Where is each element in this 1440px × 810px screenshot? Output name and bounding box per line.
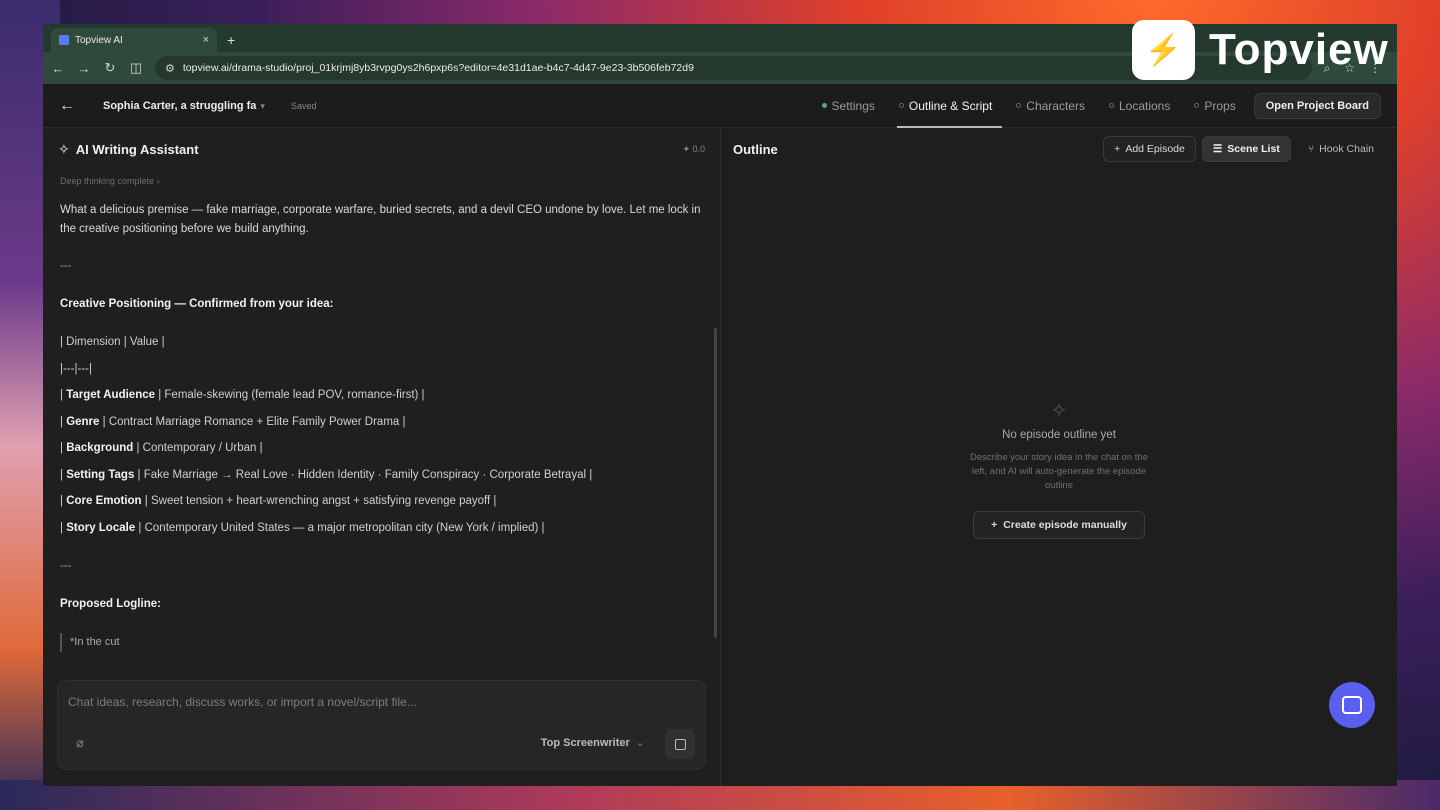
browser-tab[interactable]: Topview AI ×: [51, 28, 217, 52]
site-info-icon[interactable]: ⚙: [165, 62, 175, 75]
logline-preview: *In the cut: [60, 632, 703, 652]
tab-props[interactable]: Props: [1182, 84, 1247, 128]
hook-chain-button[interactable]: ⑂ Hook Chain: [1297, 136, 1385, 162]
chat-composer: Chat ideas, research, discuss works, or …: [57, 680, 706, 770]
app-header: ← Sophia Carter, a struggling fa ▾ Saved …: [43, 84, 1397, 128]
chat-scrollbar[interactable]: [714, 328, 717, 638]
back-nav-icon[interactable]: ←: [51, 61, 65, 76]
forward-nav-icon[interactable]: →: [77, 61, 91, 76]
branch-icon: ⑂: [1307, 143, 1315, 155]
tab-outline-script[interactable]: Outline & Script: [887, 84, 1004, 128]
tab-settings[interactable]: Settings: [810, 84, 887, 128]
status-dot-icon: [898, 103, 904, 108]
stop-button[interactable]: [665, 729, 695, 759]
status-dot-icon: [1016, 103, 1022, 108]
favicon-icon: [59, 35, 69, 45]
support-chat-button[interactable]: [1329, 682, 1375, 728]
logline-heading: Proposed Logline:: [60, 597, 161, 610]
table-header-row: | Dimension | Value |: [60, 336, 165, 348]
section-heading: Creative Positioning — Confirmed from yo…: [60, 298, 334, 310]
topview-logo-icon: ⚡: [1132, 20, 1195, 80]
stop-icon: [674, 738, 686, 750]
table-row: | Story Locale | Contemporary United Sta…: [60, 521, 545, 534]
sparkle-icon: ✧: [1050, 400, 1068, 422]
assistant-message: What a delicious premise — fake marriage…: [60, 204, 701, 235]
model-selector[interactable]: Top Screenwriter ⌄: [541, 736, 645, 749]
sparkle-icon: ✧: [58, 140, 70, 157]
reload-icon[interactable]: ↻: [103, 60, 117, 76]
table-row: | Genre | Contract Marriage Romance + El…: [60, 415, 406, 428]
back-arrow-icon[interactable]: ←: [59, 97, 79, 115]
tab-title: Topview AI: [75, 34, 123, 46]
outline-panel: Outline + Add Episode ☰ Scene List ⑂ Hook C…: [721, 128, 1397, 786]
topview-logo-text: Topview: [1209, 25, 1389, 74]
plus-icon: +: [991, 519, 998, 531]
chat-icon: [1342, 696, 1362, 714]
table-row: | Core Emotion | Sweet tension + heart-w…: [60, 495, 497, 507]
browser-window: Topview AI × + ← → ↻ ◫ ⚙ topview.ai/dram…: [43, 24, 1397, 786]
thinking-toggle[interactable]: Deep thinking complete ›: [60, 172, 703, 191]
list-icon: ☰: [1212, 143, 1223, 155]
url-text: topview.ai/drama-studio/proj_01krjmj8yb3…: [182, 62, 694, 74]
open-project-board-button[interactable]: Open Project Board: [1253, 92, 1381, 119]
scene-list-button[interactable]: ☰ Scene List: [1201, 136, 1291, 162]
separator: ---: [60, 559, 72, 572]
project-tabs: Settings Outline & Script Characters Loc…: [810, 84, 1381, 128]
chat-messages: Deep thinking complete › What a deliciou…: [43, 170, 720, 670]
add-episode-button[interactable]: + Add Episode: [1103, 136, 1196, 162]
chat-input[interactable]: Chat ideas, research, discuss works, or …: [68, 695, 417, 709]
chevron-down-icon: ▾: [260, 100, 265, 111]
save-status: Saved: [290, 100, 317, 111]
empty-state: ✧ No episode outline yet Describe your s…: [721, 398, 1397, 539]
status-dot-icon: [1108, 103, 1114, 108]
chevron-down-icon: ⌄: [635, 737, 645, 749]
project-name[interactable]: Sophia Carter, a struggling fa ▾: [103, 100, 265, 112]
empty-description: Describe your story idea in the chat on …: [970, 452, 1148, 491]
assistant-panel: ✧ AI Writing Assistant ✦ 0.0 Deep thinki…: [43, 128, 721, 786]
create-episode-button[interactable]: + Create episode manually: [973, 511, 1145, 539]
separator: ---: [60, 260, 72, 272]
split-view-icon[interactable]: ◫: [129, 60, 143, 76]
table-divider-row: |---|---|: [60, 362, 92, 375]
close-tab-icon[interactable]: ×: [203, 34, 209, 46]
table-row: | Setting Tags | Fake Marriage → Real Lo…: [60, 468, 593, 481]
plus-icon: +: [1114, 143, 1121, 155]
table-row: | Background | Contemporary / Urban |: [60, 442, 263, 454]
tab-characters[interactable]: Characters: [1004, 84, 1097, 128]
new-tab-icon[interactable]: +: [227, 32, 235, 48]
empty-title: No episode outline yet: [1002, 429, 1116, 441]
status-dot-icon: [1194, 103, 1200, 108]
table-row: | Target Audience | Female-skewing (fema…: [60, 389, 425, 401]
outline-title: Outline: [733, 141, 778, 157]
tab-locations[interactable]: Locations: [1097, 84, 1182, 128]
attach-icon[interactable]: ⌀: [76, 735, 84, 751]
topview-watermark: ⚡ Topview: [1132, 20, 1389, 80]
status-dot-icon: [821, 103, 827, 108]
credit-counter: ✦ 0.0: [682, 143, 705, 154]
assistant-title: AI Writing Assistant: [75, 141, 199, 157]
